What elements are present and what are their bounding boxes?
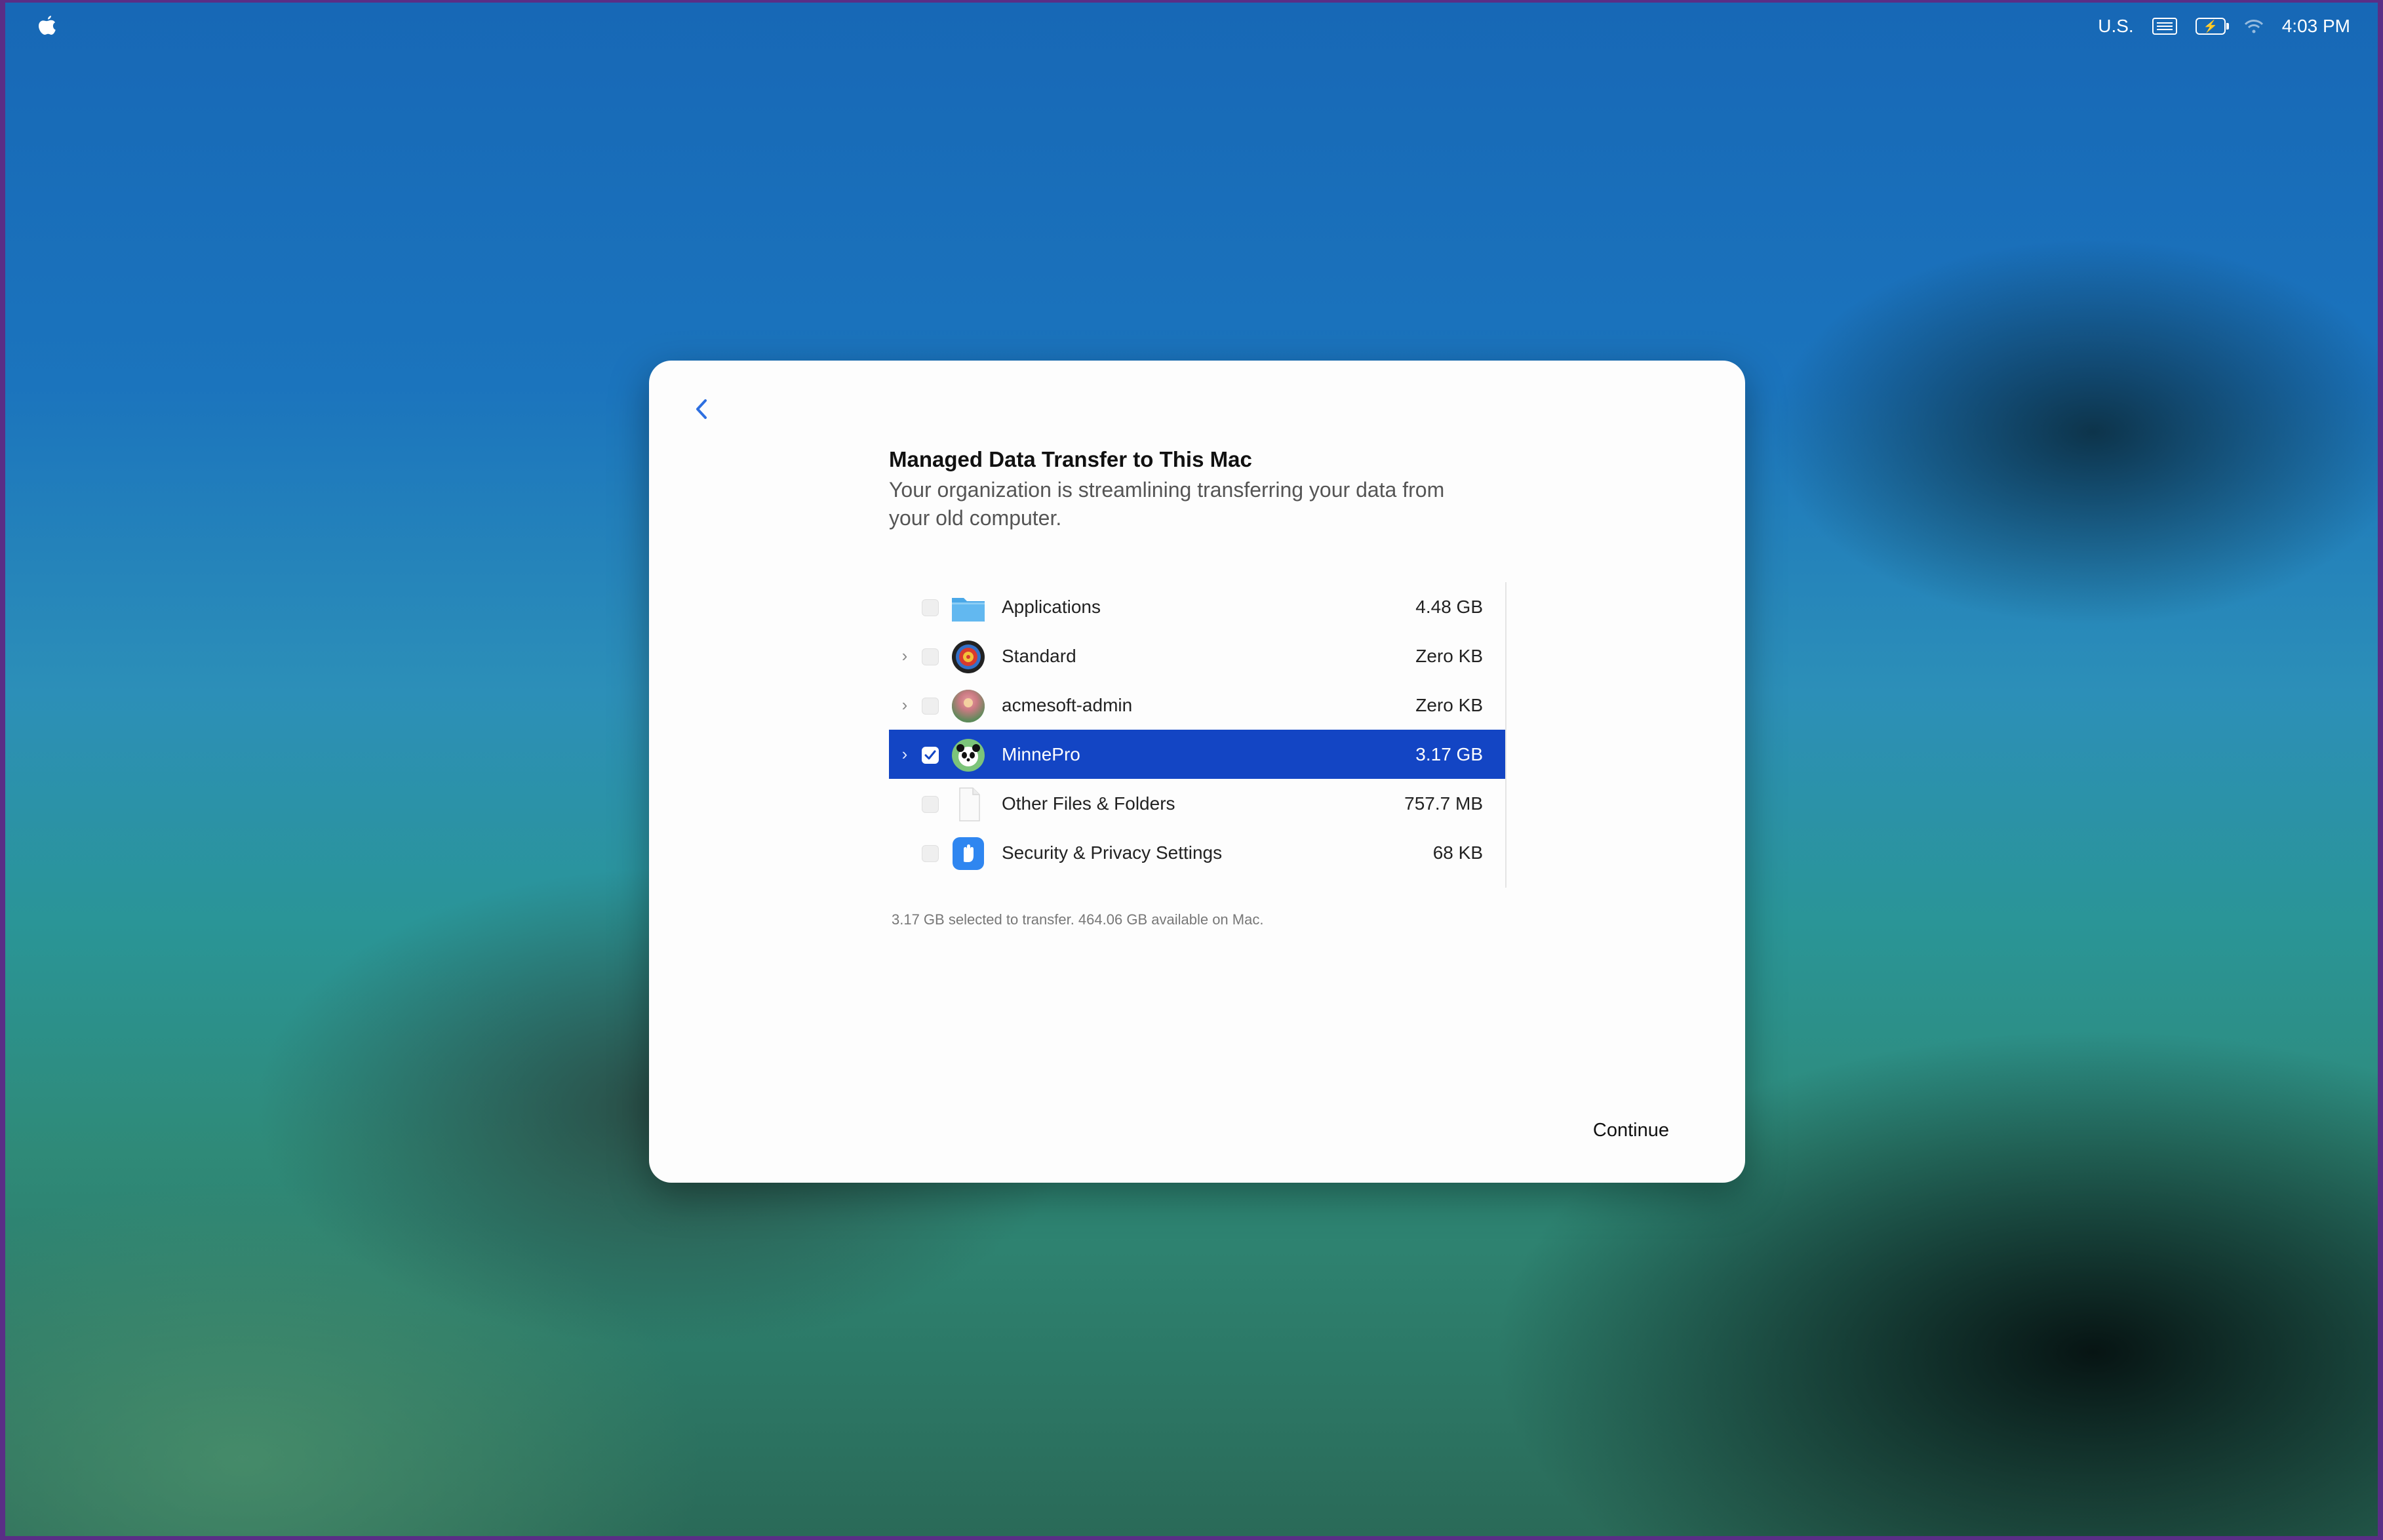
- menu-bar: U.S. ⚡ 4:03 PM: [5, 3, 2378, 49]
- wifi-icon[interactable]: [2244, 19, 2264, 33]
- document-icon: [959, 787, 980, 821]
- item-size: 3.17 GB: [1415, 744, 1483, 764]
- panda-avatar-icon: [952, 739, 985, 772]
- apple-menu-icon[interactable]: [37, 14, 58, 38]
- list-item-standard[interactable]: › Standard Zero KB: [889, 631, 1505, 681]
- target-avatar-icon: [952, 641, 985, 673]
- back-button[interactable]: [688, 395, 715, 424]
- continue-button[interactable]: Continue: [1593, 1120, 1669, 1141]
- flower-avatar-icon: [952, 690, 985, 722]
- battery-charging-icon[interactable]: ⚡: [2195, 18, 2229, 35]
- input-source-label[interactable]: U.S.: [2098, 16, 2133, 37]
- item-size: 757.7 MB: [1404, 793, 1483, 814]
- dialog-title: Managed Data Transfer to This Mac: [889, 447, 1252, 471]
- chevron-right-icon[interactable]: ›: [897, 695, 913, 715]
- item-label: Standard: [1002, 646, 1076, 666]
- chevron-right-icon[interactable]: ›: [897, 744, 913, 764]
- keyboard-icon[interactable]: [2152, 18, 2177, 35]
- item-label: MinnePro: [1002, 744, 1080, 764]
- checkmark-icon: [924, 750, 936, 760]
- transfer-item-list: Applications 4.48 GB › Standard Zero KB: [889, 582, 1507, 888]
- list-item-minnepro[interactable]: › MinnePro 3.17 GB: [889, 730, 1505, 779]
- item-label: Security & Privacy Settings: [1002, 842, 1223, 863]
- checkbox[interactable]: [922, 648, 939, 665]
- checkbox-checked[interactable]: [922, 747, 939, 764]
- transfer-summary: 3.17 GB selected to transfer. 464.06 GB …: [892, 911, 1264, 928]
- checkbox[interactable]: [922, 599, 939, 616]
- folder-icon: [952, 598, 985, 622]
- checkbox[interactable]: [922, 845, 939, 862]
- item-size: Zero KB: [1415, 695, 1483, 715]
- desktop: U.S. ⚡ 4:03 PM Managed Data Transfer to …: [5, 3, 2378, 1536]
- list-item-applications[interactable]: Applications 4.48 GB: [889, 582, 1505, 631]
- item-label: acmesoft-admin: [1002, 695, 1133, 715]
- checkbox[interactable]: [922, 698, 939, 715]
- item-label: Applications: [1002, 597, 1101, 617]
- dialog-subtitle: Your organization is streamlining transf…: [889, 478, 1445, 530]
- hand-shield-icon: [953, 837, 984, 870]
- checkbox[interactable]: [922, 796, 939, 813]
- list-item-other-files[interactable]: Other Files & Folders 757.7 MB: [889, 779, 1505, 828]
- item-size: Zero KB: [1415, 646, 1483, 666]
- item-label: Other Files & Folders: [1002, 793, 1175, 814]
- menubar-clock[interactable]: 4:03 PM: [2282, 16, 2350, 37]
- migration-dialog: Managed Data Transfer to This Mac Your o…: [649, 361, 1745, 1183]
- chevron-left-icon: [696, 399, 707, 419]
- list-item-security-privacy[interactable]: Security & Privacy Settings 68 KB: [889, 828, 1505, 877]
- chevron-right-icon[interactable]: ›: [897, 646, 913, 665]
- list-item-acmesoft-admin[interactable]: › acmesoft-admin Zero KB: [889, 681, 1505, 730]
- item-size: 68 KB: [1432, 842, 1483, 863]
- item-size: 4.48 GB: [1415, 597, 1483, 617]
